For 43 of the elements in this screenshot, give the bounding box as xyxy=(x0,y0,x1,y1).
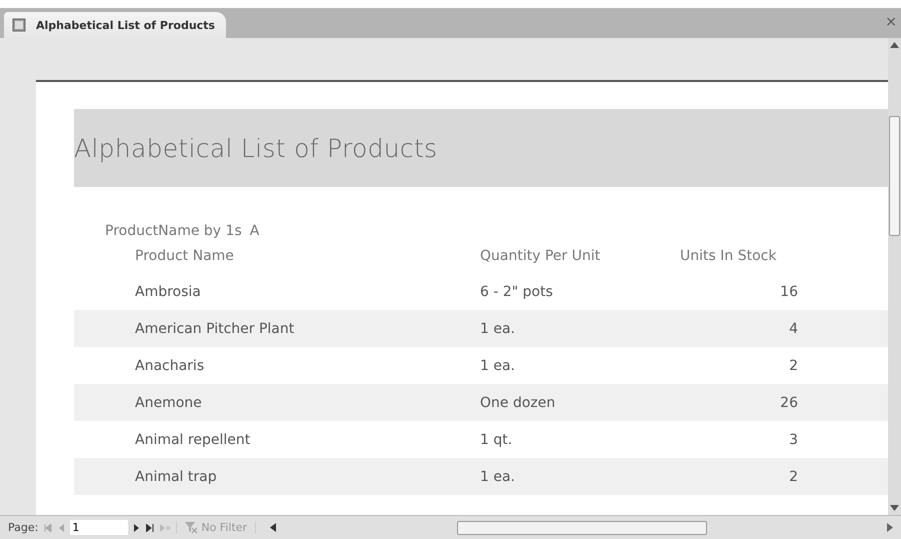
table-cell-text: 1 ea. xyxy=(480,468,516,484)
table-cell-text: American Pitcher Plant xyxy=(135,320,296,336)
scroll-up-icon[interactable] xyxy=(890,42,899,48)
scroll-left-icon[interactable] xyxy=(270,523,276,532)
table-cell-text: 1 qt. xyxy=(480,432,514,448)
table-cell-text: 1 ea. xyxy=(480,358,516,374)
report-icon xyxy=(12,18,26,32)
page-label: Page: xyxy=(8,521,38,534)
table-cell-text: 1 ea. xyxy=(480,320,516,336)
column-header: Units In Stock xyxy=(680,248,778,264)
funnel-icon xyxy=(185,522,198,533)
column-header: Product Name xyxy=(135,248,235,264)
group-value: A xyxy=(250,223,260,239)
next-page-icon[interactable] xyxy=(134,524,140,532)
scroll-down-icon[interactable] xyxy=(890,505,899,511)
table-cell-text: 26 xyxy=(779,394,798,410)
table-cell-text: Anemone xyxy=(135,394,203,410)
table-cell-text: Animal trap xyxy=(135,468,218,484)
table-cell-text: Ambrosia xyxy=(135,284,202,300)
vertical-scrollbar[interactable] xyxy=(888,38,901,515)
table-cell-text: 4 xyxy=(788,320,798,336)
table-cell-text: One dozen xyxy=(480,394,556,410)
table-cell-text: Anacharis xyxy=(135,358,206,374)
new-record-icon[interactable] xyxy=(160,524,170,532)
report-title: Alphabetical List of Products xyxy=(74,134,438,162)
tab-title: Alphabetical List of Products xyxy=(36,18,215,32)
table-cell-text: 2 xyxy=(788,358,798,374)
last-page-icon[interactable] xyxy=(146,524,154,532)
column-header: Quantity Per Unit xyxy=(480,248,602,264)
table-cell-text: Animal repellent xyxy=(135,432,252,448)
table-cell-text: 2 xyxy=(788,468,798,484)
table-cell-text: 3 xyxy=(788,432,798,448)
previous-page-icon[interactable] xyxy=(58,524,64,532)
document-tab[interactable]: Alphabetical List of Products xyxy=(4,12,226,38)
scroll-thumb[interactable] xyxy=(456,520,707,534)
table-cell-text: 16 xyxy=(779,284,798,300)
close-button[interactable]: × xyxy=(885,14,897,30)
group-label: ProductName by 1s xyxy=(105,223,242,239)
table-cell-text: 6 - 2" pots xyxy=(480,284,554,300)
page-number-field[interactable]: 1 xyxy=(70,520,128,535)
scroll-thumb[interactable] xyxy=(889,116,900,236)
scroll-right-icon[interactable] xyxy=(887,523,894,532)
first-page-icon[interactable] xyxy=(44,524,52,532)
